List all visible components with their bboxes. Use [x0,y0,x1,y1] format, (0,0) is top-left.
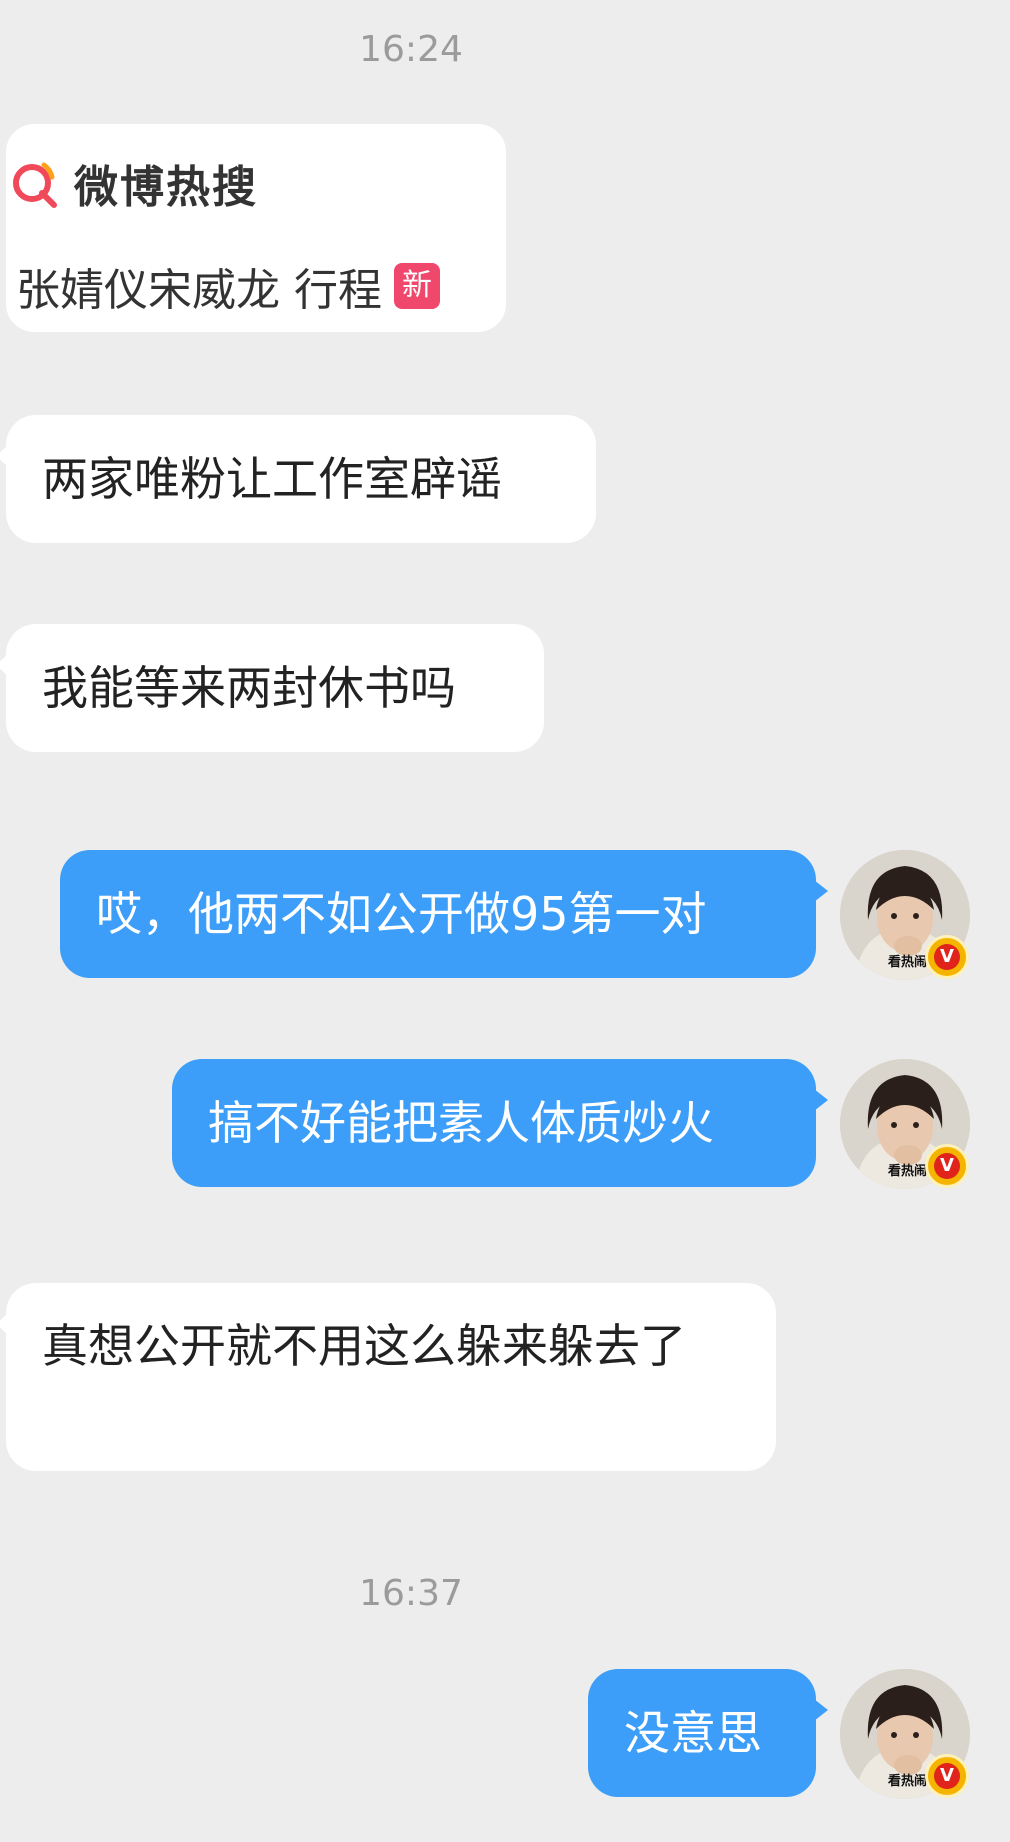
card-brand: 微博热搜 [74,162,258,213]
verified-badge-letter: V [934,1763,960,1789]
message-bubble-incoming[interactable]: 两家唯粉让工作室辟谣 [0,415,596,543]
hotsearch-topic: 张婧仪宋威龙 行程 新 [16,254,440,318]
timestamp: 16:24 [359,29,463,70]
avatar-caption: 看热闹 [888,1774,928,1789]
message-bubble-outgoing[interactable]: 哎，他两不如公开做95第一对 [60,850,828,978]
verified-badge-icon: V [925,1754,969,1798]
message-bubble-outgoing[interactable]: 没意思 [588,1669,828,1797]
verified-badge-letter: V [934,944,960,970]
weibo-search-icon [13,162,57,208]
message-bubble-incoming[interactable]: 真想公开就不用这么躲来躲去了 [0,1283,776,1471]
message-text: 真想公开就不用这么躲来躲去了 [42,1319,686,1373]
verified-badge-icon: V [925,935,969,979]
weibo-hotsearch-card[interactable]: 微博热搜 张婧仪宋威龙 行程 新 [6,124,506,332]
message-text: 哎，他两不如公开做95第一对 [96,887,707,941]
timestamp: 16:37 [359,1573,463,1614]
verified-badge-icon: V [925,1144,969,1188]
new-badge: 新 [394,263,440,309]
message-text: 我能等来两封休书吗 [42,661,456,715]
message-text: 两家唯粉让工作室辟谣 [42,452,502,506]
verified-badge-letter: V [934,1153,960,1179]
weibo-hotsearch-logo: 微博热搜 [8,148,258,218]
hotsearch-topic-text: 张婧仪宋威龙 行程 [16,265,382,316]
avatar-caption: 看热闹 [888,1164,928,1179]
message-text: 没意思 [624,1706,762,1760]
message-bubble-incoming[interactable]: 我能等来两封休书吗 [0,624,544,752]
message-bubble-outgoing[interactable]: 搞不好能把素人体质炒火 [172,1059,828,1187]
avatar-caption: 看热闹 [888,955,928,970]
message-text: 搞不好能把素人体质炒火 [208,1096,714,1150]
